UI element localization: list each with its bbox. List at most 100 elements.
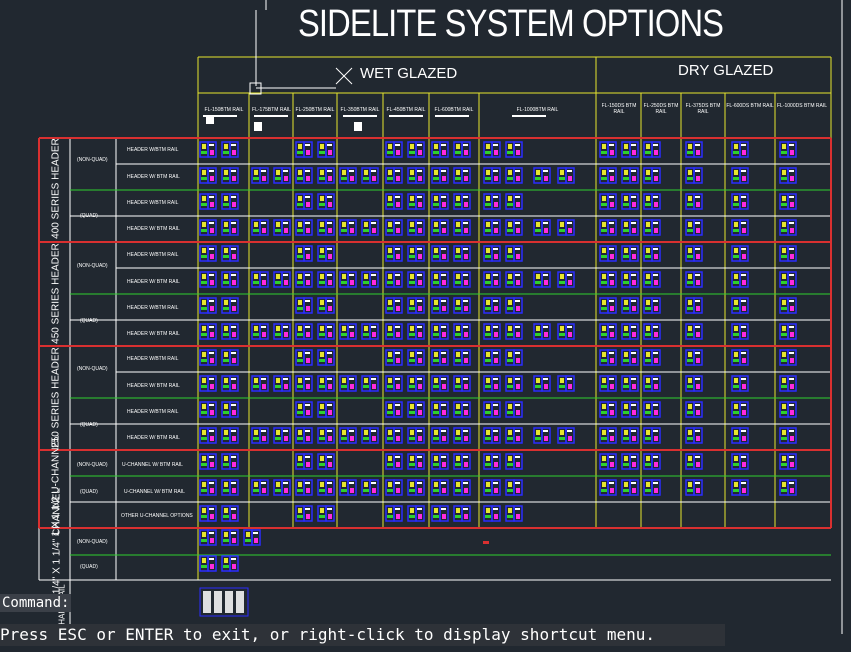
- detail-thumb-part: [388, 274, 392, 279]
- detail-thumb-part: [734, 222, 738, 227]
- detail-thumb-part: [396, 306, 400, 311]
- detail-thumb-part: [623, 203, 629, 206]
- detail-thumb-part: [790, 150, 794, 155]
- detail-thumb-part: [418, 358, 422, 363]
- detail-thumb-part: [610, 306, 614, 311]
- detail-thumb-part: [645, 385, 651, 388]
- command-line-label[interactable]: Command:: [0, 594, 72, 612]
- detail-thumb-part: [456, 482, 460, 487]
- detail-thumb-part: [284, 176, 288, 181]
- detail-thumb-part: [418, 280, 422, 285]
- detail-thumb-part: [209, 558, 214, 560]
- detail-thumb-part: [202, 404, 206, 409]
- detail-thumb-part: [319, 437, 325, 440]
- detail-thumb-part: [395, 274, 400, 276]
- detail-thumb-part: [507, 229, 513, 232]
- detail-thumb-part: [494, 436, 498, 441]
- detail-thumb-part: [688, 404, 692, 409]
- detail-thumb-part: [455, 359, 461, 362]
- detail-thumb-part: [624, 248, 628, 253]
- detail-thumb-part: [624, 326, 628, 331]
- detail-thumb-part: [201, 151, 207, 154]
- detail-thumb-part: [409, 151, 415, 154]
- detail-thumb-part: [782, 482, 786, 487]
- detail-thumb-part: [395, 482, 400, 484]
- detail-thumb-part: [464, 228, 468, 233]
- detail-thumb-part: [409, 489, 415, 492]
- detail-thumb-part: [536, 326, 540, 331]
- detail-thumb-part: [434, 352, 438, 357]
- detail-thumb-part: [742, 306, 746, 311]
- detail-thumb-part: [363, 281, 369, 284]
- detail-thumb-part: [508, 430, 512, 435]
- row-header-wo-btm: HEADER W/BTM RAIL: [127, 252, 179, 258]
- detail-thumb-part: [782, 274, 786, 279]
- detail-thumb-part: [610, 228, 614, 233]
- detail-thumb-part: [486, 248, 490, 253]
- detail-thumb-part: [283, 222, 288, 224]
- detail-thumb-part: [364, 430, 368, 435]
- detail-thumb-part: [297, 385, 303, 388]
- detail-thumb-part: [223, 177, 229, 180]
- detail-thumb-part: [253, 437, 259, 440]
- detail-thumb-part: [782, 456, 786, 461]
- detail-thumb-part: [253, 532, 258, 534]
- detail-thumb-part: [687, 177, 693, 180]
- detail-thumb-part: [601, 229, 607, 232]
- detail-thumb-part: [395, 300, 400, 302]
- detail-thumb-part: [790, 176, 794, 181]
- detail-thumb-part: [395, 222, 400, 224]
- detail-thumb-part: [688, 196, 692, 201]
- detail-thumb-part: [275, 385, 281, 388]
- detail-thumb-part: [456, 144, 460, 149]
- col-header-fl250ds: FL-250DS BTM RAIL: [643, 103, 679, 115]
- detail-thumb-part: [223, 203, 229, 206]
- detail-thumb-part: [328, 384, 332, 389]
- detail-thumb-part: [306, 280, 310, 285]
- detail-thumb-part: [494, 202, 498, 207]
- detail-thumb-part: [559, 333, 565, 336]
- detail-thumb-part: [741, 404, 746, 406]
- detail-thumb-part: [733, 437, 739, 440]
- drawing-canvas[interactable]: [0, 0, 851, 652]
- detail-thumb-part: [306, 436, 310, 441]
- detail-thumb-part: [395, 248, 400, 250]
- detail-thumb-part: [507, 255, 513, 258]
- detail-thumb-part: [646, 144, 650, 149]
- detail-thumb-part: [396, 384, 400, 389]
- detail-thumb-part: [254, 326, 258, 331]
- detail-thumb-part: [284, 280, 288, 285]
- detail-thumb-part: [653, 456, 658, 458]
- detail-thumb-part: [201, 203, 207, 206]
- detail-thumb-part: [463, 456, 468, 458]
- detail-thumb-part: [410, 456, 414, 461]
- detail-thumb-part: [305, 456, 310, 458]
- detail-thumb-part: [733, 489, 739, 492]
- detail-thumb-part: [733, 255, 739, 258]
- detail-thumb-part: [645, 177, 651, 180]
- detail-thumb-part: [631, 456, 636, 458]
- detail-thumb-part: [434, 508, 438, 513]
- detail-thumb-part: [610, 150, 614, 155]
- detail-thumb-part: [789, 274, 794, 276]
- detail-thumb-part: [396, 436, 400, 441]
- detail-thumb-part: [396, 514, 400, 519]
- detail-thumb-part: [516, 358, 520, 363]
- detail-thumb-part: [646, 430, 650, 435]
- detail-thumb-part: [342, 170, 346, 175]
- detail-thumb-part: [733, 307, 739, 310]
- detail-thumb-part: [741, 196, 746, 198]
- detail-thumb-part: [486, 326, 490, 331]
- detail-thumb-part: [201, 489, 207, 492]
- detail-thumb-part: [388, 196, 392, 201]
- detail-thumb-part: [441, 170, 446, 172]
- detail-thumb-part: [418, 384, 422, 389]
- detail-thumb-part: [456, 274, 460, 279]
- detail-thumb-part: [262, 228, 266, 233]
- detail-thumb-part: [327, 144, 332, 146]
- detail-thumb-part: [418, 176, 422, 181]
- detail-thumb-part: [464, 462, 468, 467]
- detail-thumb-part: [224, 248, 228, 253]
- detail-thumb-part: [283, 274, 288, 276]
- detail-thumb-part: [305, 248, 310, 250]
